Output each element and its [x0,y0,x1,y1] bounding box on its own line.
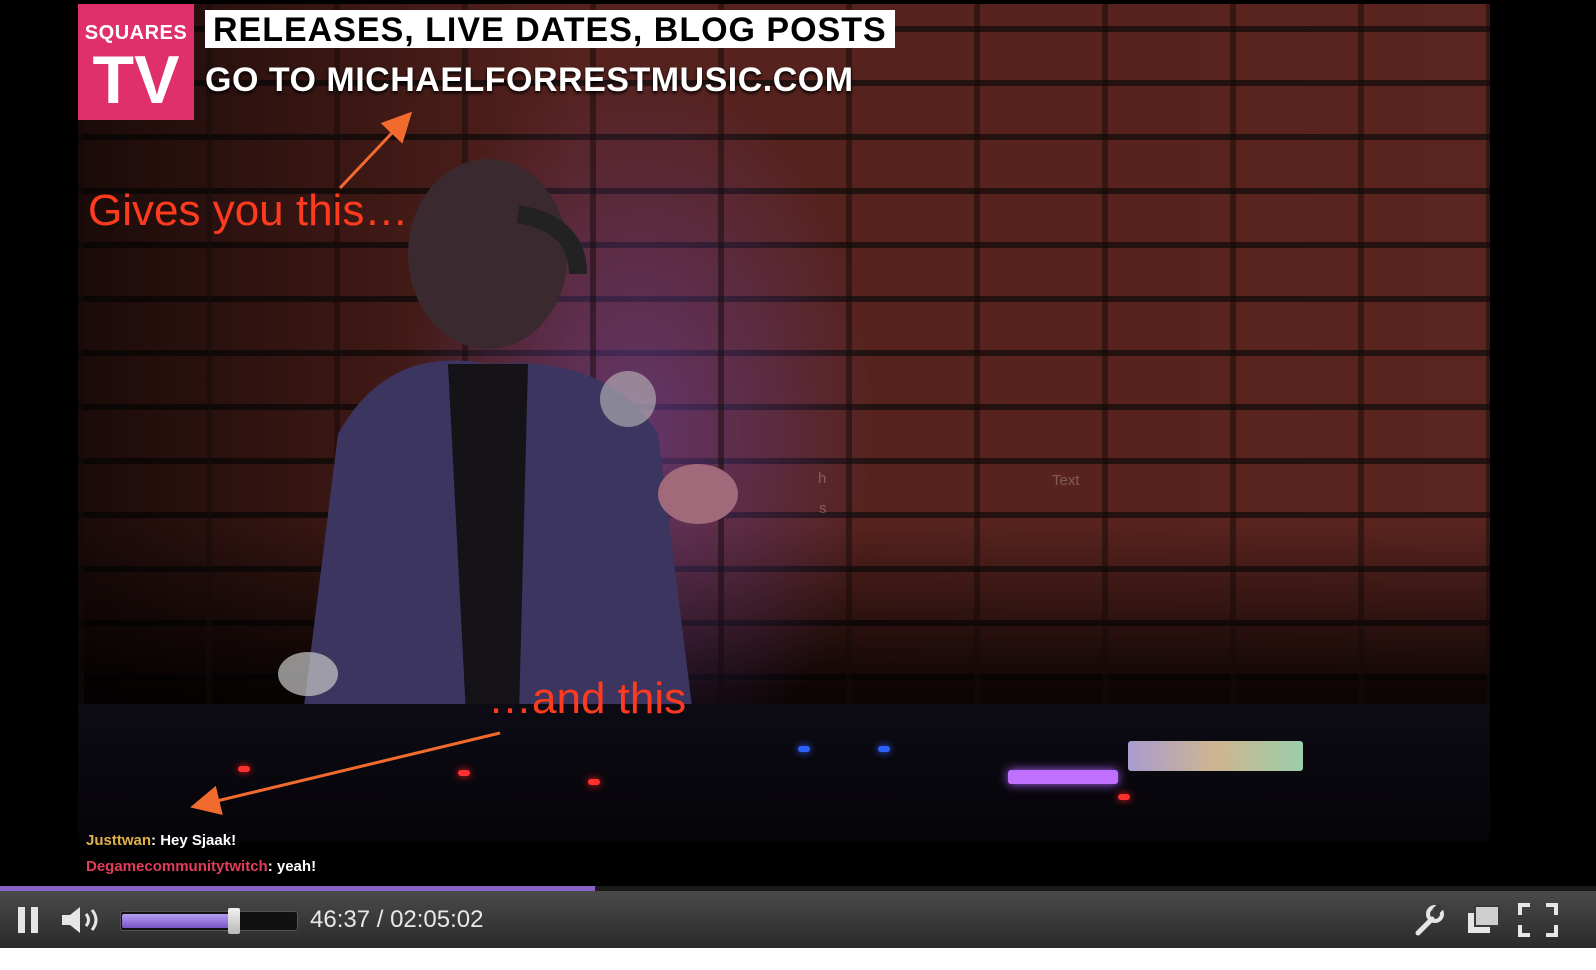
chat-message: Justtwan: Hey Sjaak! [86,832,236,850]
annotation-arrows [190,111,501,815]
arrow-up-icon [338,111,413,190]
volume-icon[interactable] [60,904,106,936]
chat-username: Degamecommunitytwitch [86,858,268,875]
popout-icon[interactable] [1466,903,1502,937]
pause-icon[interactable] [14,905,42,935]
chat-text: yeah! [276,858,317,875]
chat-message: Degamecommunitytwitch: yeah! [86,858,316,876]
volume-level [122,914,236,928]
chat-text: Hey Sjaak! [160,832,237,849]
volume-knob[interactable] [228,908,241,934]
chat-separator: : [267,858,277,875]
control-bar: 46:37 / 02:05:02 [0,891,1596,948]
settings-wrench-icon[interactable] [1410,903,1446,939]
arrow-left-icon [190,731,501,815]
chat-username: Justtwan [86,832,152,849]
fullscreen-icon[interactable] [1518,903,1558,937]
time-display: 46:37 / 02:05:02 [310,906,484,933]
volume-slider[interactable] [120,908,298,934]
video-player[interactable]: SQUARES TV RELEASES, LIVE DATES, BLOG PO… [0,0,1596,948]
chat-separator: : [151,832,161,849]
